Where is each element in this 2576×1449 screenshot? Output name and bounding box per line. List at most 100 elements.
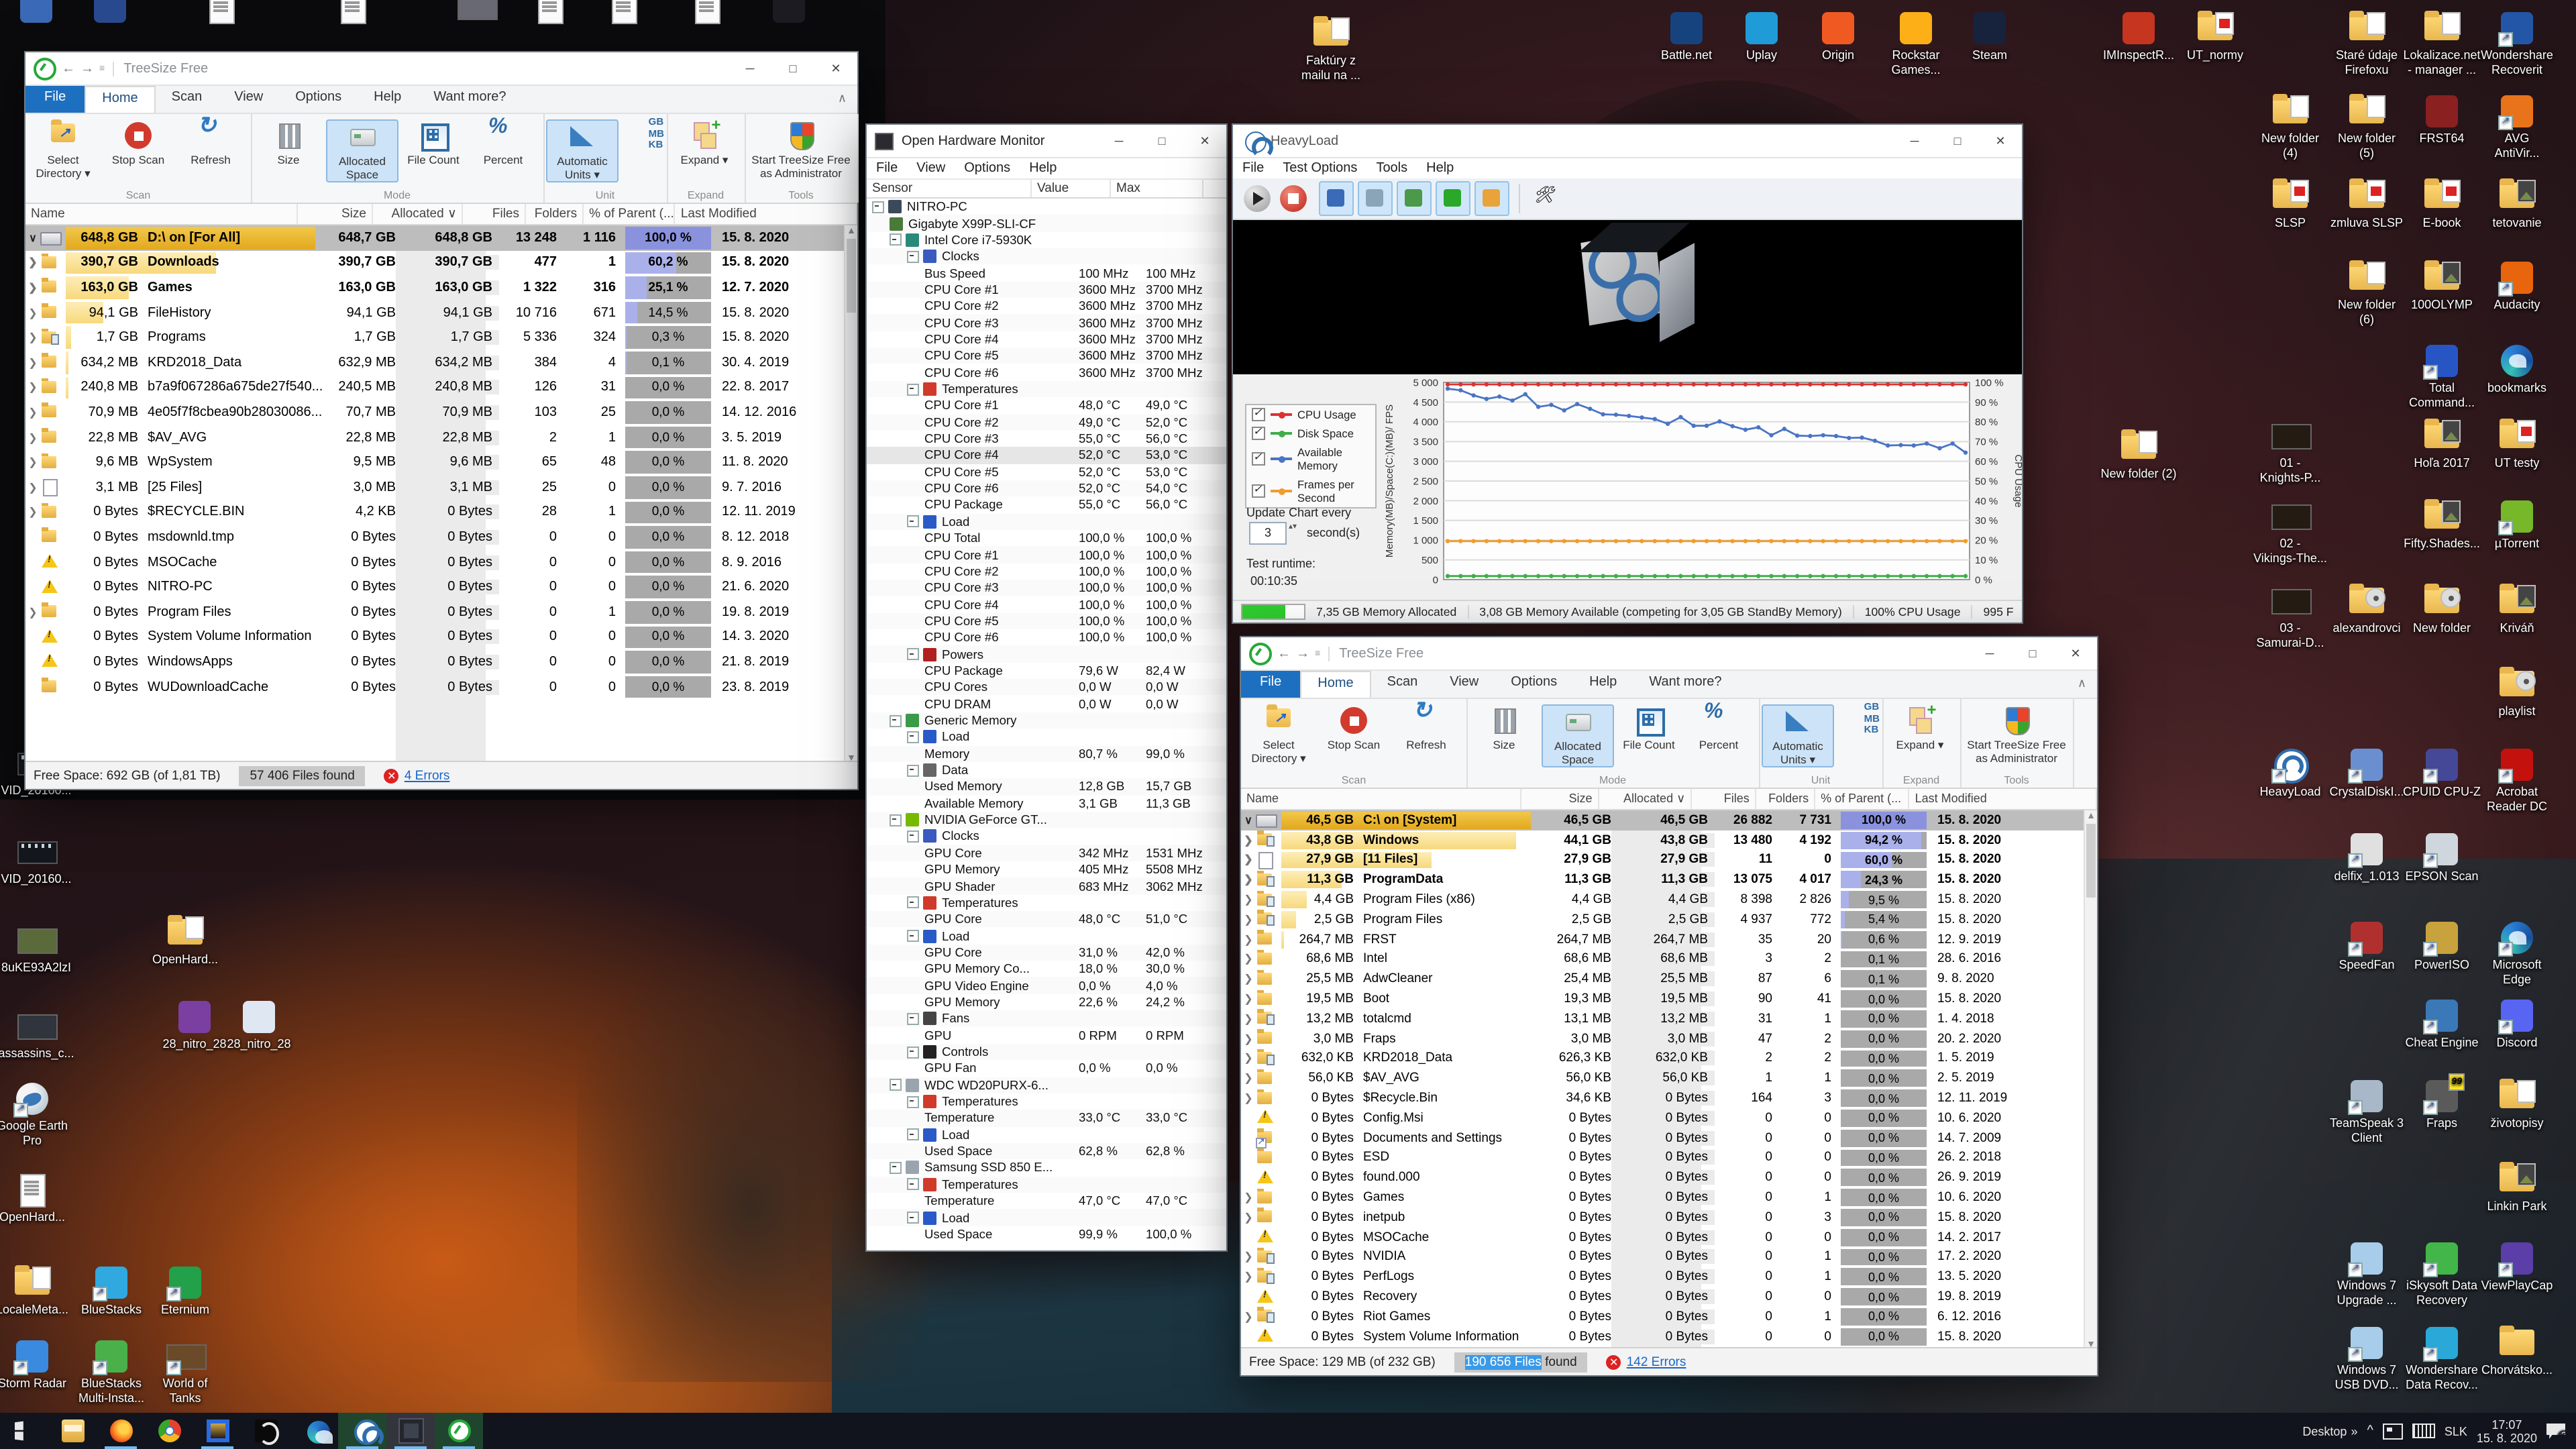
legend-checkbox[interactable] xyxy=(1252,484,1265,498)
unit-options[interactable]: GBMBKB xyxy=(649,117,664,151)
minimize-button[interactable]: ─ xyxy=(1968,637,2011,669)
desktop-icon-playlist[interactable]: playlist xyxy=(2455,667,2576,719)
table-row--recycle-bin[interactable]: ❯0 Bytes$RECYCLE.BIN4,2 KB0 Bytes2810,0 … xyxy=(25,500,857,525)
close-button[interactable]: ✕ xyxy=(814,52,857,85)
language-indicator[interactable]: SLK xyxy=(2445,1424,2467,1438)
touch-keyboard-icon[interactable] xyxy=(2412,1424,2435,1438)
legend-item-cpu-usage[interactable]: CPU Usage xyxy=(1246,405,1375,424)
tree-expand-box[interactable] xyxy=(907,648,919,660)
desktop-icon-kriv[interactable]: Kriváň xyxy=(2455,584,2576,636)
menu-options[interactable]: Options xyxy=(955,158,1020,178)
select-directory-button[interactable]: ↗Select Directory ▾ xyxy=(1244,704,1313,765)
table-row-nvidia[interactable]: ❯0 BytesNVIDIA0 Bytes0 Bytes010,0 %17. 2… xyxy=(1241,1247,2097,1267)
desktop-icon-discord[interactable]: Discord xyxy=(2455,998,2576,1051)
allocated-space-button[interactable]: Allocated Space xyxy=(1542,704,1614,767)
expand-chevron[interactable]: ❯ xyxy=(25,382,40,394)
sensor-row-gpu-core[interactable]: GPU Core48,0 °C51,0 °C xyxy=(867,911,1226,928)
desktop-icon-steam[interactable]: Steam xyxy=(1928,11,2051,63)
tab-file[interactable]: File xyxy=(1241,671,1300,698)
tray-chevron[interactable]: ^ xyxy=(2367,1424,2373,1438)
expand-chevron[interactable]: ❯ xyxy=(25,257,40,269)
taskbar-chrome[interactable] xyxy=(145,1413,193,1449)
sensor-row-gpu-video-engine[interactable]: GPU Video Engine0,0 %4,0 % xyxy=(867,977,1226,994)
table-row--av-avg[interactable]: ❯56,0 KB$AV_AVG56,0 KB56,0 KB110,0 %2. 5… xyxy=(1241,1069,2097,1089)
stop-test-button[interactable] xyxy=(1280,185,1307,212)
sensor-row-load[interactable]: Load xyxy=(867,513,1226,530)
tree-expand-box[interactable] xyxy=(890,714,902,727)
tab-options[interactable]: Options xyxy=(1495,671,1573,698)
run-as-administrator-button[interactable]: Start TreeSize Free as Administrator xyxy=(1963,704,2070,765)
scroll-up-arrow[interactable]: ▲ xyxy=(845,225,857,237)
menu-file[interactable]: File xyxy=(867,158,907,178)
expand-chevron[interactable]: ❯ xyxy=(1241,973,1256,985)
tree-expand-box[interactable] xyxy=(890,234,902,246)
sensor-row-cpu-core-1[interactable]: CPU Core #13600 MHz3700 MHz xyxy=(867,282,1226,299)
desktop-icon-vid-20160[interactable]: VID_20160... xyxy=(0,835,98,887)
column-header-folders[interactable]: Folders xyxy=(526,204,584,224)
column-header--of-parent-[interactable]: % of Parent (... xyxy=(1815,789,1910,809)
scroll-up-arrow[interactable]: ▲ xyxy=(2085,810,2097,822)
table-row-boot[interactable]: ❯19,5 MBBoot19,3 MB19,5 MB90410,0 %15. 8… xyxy=(1241,989,2097,1009)
table-row-windowsapps[interactable]: 0 BytesWindowsApps0 Bytes0 Bytes000,0 %2… xyxy=(25,649,857,674)
taskbar-file-explorer[interactable] xyxy=(48,1413,97,1449)
stress-cpu-button[interactable] xyxy=(1319,181,1354,216)
start-test-button[interactable] xyxy=(1244,185,1271,212)
sensor-row-cpu-core-5[interactable]: CPU Core #53600 MHz3700 MHz xyxy=(867,347,1226,364)
sensor-row-memory[interactable]: Memory80,7 %99,0 % xyxy=(867,745,1226,762)
sensor-row-intel-core-i7-5930k[interactable]: Intel Core i7-5930K xyxy=(867,231,1226,248)
table-row-system-volume-information[interactable]: 0 BytesSystem Volume Information0 Bytes0… xyxy=(25,625,857,649)
back-button[interactable]: ← xyxy=(1277,646,1291,661)
column-header-size[interactable]: Size xyxy=(1521,789,1599,809)
minimize-button[interactable]: ─ xyxy=(729,52,771,85)
start-button[interactable] xyxy=(0,1413,48,1449)
table-row-perflogs[interactable]: ❯0 BytesPerfLogs0 Bytes0 Bytes010,0 %13.… xyxy=(1241,1267,2097,1287)
tab-options[interactable]: Options xyxy=(279,86,358,113)
sensor-row-available-memory[interactable]: Available Memory3,1 GB11,3 GB xyxy=(867,795,1226,812)
column-header-allocated[interactable]: Allocated ∨ xyxy=(373,204,464,224)
sensor-row-temperatures[interactable]: Temperatures xyxy=(867,1176,1226,1193)
table-row-program-files-x86-[interactable]: ❯4,4 GBProgram Files (x86)4,4 GB4,4 GB8 … xyxy=(1241,890,2097,910)
sensor-row-cpu-core-4[interactable]: CPU Core #452,0 °C53,0 °C xyxy=(867,447,1226,464)
vertical-scrollbar[interactable]: ▲▼ xyxy=(2084,810,2097,1351)
sensor-row-gpu-memory[interactable]: GPU Memory405 MHz5508 MHz xyxy=(867,861,1226,878)
desktop-icon-acrobat-reader-dc[interactable]: AcrobatReader DC xyxy=(2455,747,2576,814)
expand-chevron[interactable]: ∨ xyxy=(25,232,40,244)
table-row-intel[interactable]: ❯68,6 MBIntel68,6 MB68,6 MB320,1 %28. 6.… xyxy=(1241,949,2097,969)
expand-chevron[interactable]: ❯ xyxy=(25,282,40,294)
table-row-config-msi[interactable]: 0 BytesConfig.Msi0 Bytes0 Bytes000,0 %10… xyxy=(1241,1108,2097,1128)
sensor-row-gpu-memory[interactable]: GPU Memory22,6 %24,2 % xyxy=(867,994,1226,1011)
expand-chevron[interactable]: ❯ xyxy=(1241,933,1256,945)
legend-checkbox[interactable] xyxy=(1252,408,1265,421)
table-row--recycle-bin[interactable]: ❯0 Bytes$Recycle.Bin34,6 KB0 Bytes16430,… xyxy=(1241,1088,2097,1108)
desktop-icon-viewplaycap[interactable]: ViewPlayCap xyxy=(2455,1241,2576,1293)
legend-item-available-memory[interactable]: Available Memory xyxy=(1246,443,1375,475)
maximize-button[interactable]: □ xyxy=(1140,125,1183,157)
sensor-row-temperatures[interactable]: Temperatures xyxy=(867,1093,1226,1110)
treesize-touch-button[interactable] xyxy=(1474,181,1509,216)
menu-test-options[interactable]: Test Options xyxy=(1273,158,1366,178)
tree-expand-box[interactable] xyxy=(907,1013,919,1025)
sensor-row-fans[interactable]: Fans xyxy=(867,1010,1226,1027)
expand-chevron[interactable]: ❯ xyxy=(1241,1092,1256,1104)
legend-item-frames-per-second[interactable]: Frames per Second xyxy=(1246,475,1375,507)
tab-file[interactable]: File xyxy=(25,86,85,113)
table-row-found-000[interactable]: 0 Bytesfound.0000 Bytes0 Bytes000,0 %26.… xyxy=(1241,1168,2097,1188)
column-header-max[interactable]: Max xyxy=(1111,180,1203,197)
expand-chevron[interactable]: ❯ xyxy=(25,506,40,519)
desktop-icon-bookmarks[interactable]: bookmarks xyxy=(2455,343,2576,396)
tab-view[interactable]: View xyxy=(218,86,279,113)
desktop-icon-world-of-tanks[interactable]: World ofTanks xyxy=(123,1339,247,1406)
options-button[interactable]: 🛠 xyxy=(1529,182,1562,215)
desktop-icon-tetovanie[interactable]: tetovanie xyxy=(2455,178,2576,231)
sensor-row-nitro-pc[interactable]: NITRO-PC xyxy=(867,199,1226,215)
desktop-icon-eternium[interactable]: Eternium xyxy=(123,1265,247,1318)
column-header-files[interactable]: Files xyxy=(464,204,526,224)
desktop-icon-linkin-park[interactable]: Linkin Park xyxy=(2455,1162,2576,1214)
desktop-icon[interactable] xyxy=(291,0,415,27)
sensor-row-cpu-core-6[interactable]: CPU Core #6100,0 %100,0 % xyxy=(867,629,1226,646)
table-row-inetpub[interactable]: ❯0 Bytesinetpub0 Bytes0 Bytes030,0 %15. … xyxy=(1241,1208,2097,1228)
legend-item-disk-space[interactable]: Disk Space xyxy=(1246,424,1375,443)
tree-expand-box[interactable] xyxy=(872,201,884,213)
tree-expand-box[interactable] xyxy=(907,897,919,909)
run-as-administrator-button[interactable]: Start TreeSize Free as Administrator xyxy=(747,119,855,180)
